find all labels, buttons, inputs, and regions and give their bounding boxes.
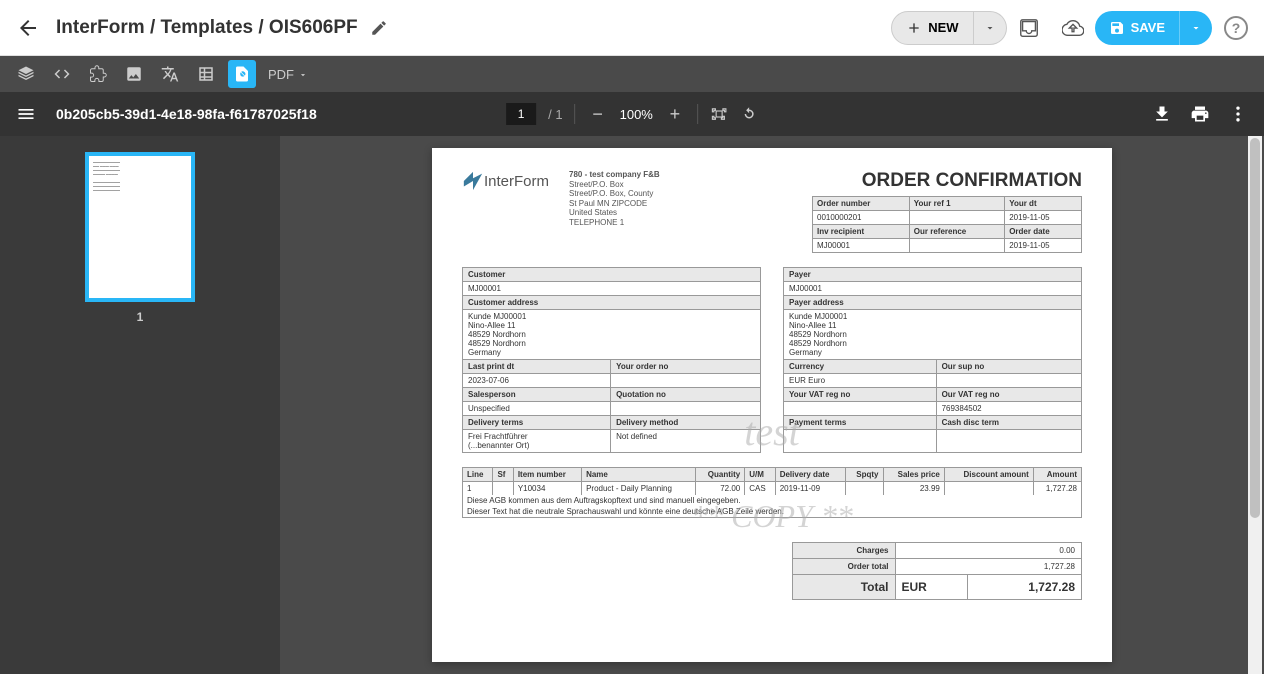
order-meta-table: Order numberYour ref 1Your dt 0010000201… bbox=[812, 196, 1082, 253]
document-title: ORDER CONFIRMATION bbox=[812, 170, 1082, 192]
document-id: 0b205cb5-39d1-4e18-98fa-f61787025f18 bbox=[56, 106, 317, 122]
zoom-in-button[interactable]: + bbox=[665, 104, 685, 125]
thumbnail-sidebar: ▬▬▬▬▬▬▬▬▬▬▬ ▬▬▬ ▬▬▬▬▬▬▬▬▬▬▬▬▬▬▬▬ ▬▬▬▬▬▬▬… bbox=[0, 136, 280, 674]
view-toolbar: PDF bbox=[0, 56, 1264, 92]
page-input[interactable] bbox=[506, 103, 536, 125]
page-separator: / 1 bbox=[548, 107, 562, 122]
print-icon[interactable] bbox=[1190, 104, 1210, 124]
items-table: Line Sf Item number Name Quantity U/M De… bbox=[462, 467, 1082, 518]
translate-icon[interactable] bbox=[156, 60, 184, 88]
pdf-viewer: ▬▬▬▬▬▬▬▬▬▬▬ ▬▬▬ ▬▬▬▬▬▬▬▬▬▬▬▬▬▬▬▬ ▬▬▬▬▬▬▬… bbox=[0, 136, 1264, 674]
puzzle-icon[interactable] bbox=[84, 60, 112, 88]
pdf-page-controls: / 1 − 100% + bbox=[506, 103, 758, 125]
pdf-toolbar: 0b205cb5-39d1-4e18-98fa-f61787025f18 / 1… bbox=[0, 92, 1264, 136]
table-icon[interactable] bbox=[192, 60, 220, 88]
edit-icon[interactable] bbox=[370, 19, 388, 37]
new-button[interactable]: NEW bbox=[891, 11, 973, 45]
scrollbar[interactable] bbox=[1248, 136, 1262, 674]
rotate-icon[interactable] bbox=[740, 105, 758, 123]
preview-icon[interactable] bbox=[228, 60, 256, 88]
thumbnail-label: 1 bbox=[16, 310, 264, 324]
format-selector[interactable]: PDF bbox=[268, 67, 308, 82]
layers-icon[interactable] bbox=[12, 60, 40, 88]
cloud-upload-icon[interactable] bbox=[1055, 10, 1091, 46]
company-info: 780 - test company F&B Street/P.O. Box S… bbox=[569, 170, 660, 228]
help-icon[interactable]: ? bbox=[1224, 16, 1248, 40]
new-dropdown[interactable] bbox=[974, 11, 1007, 45]
zoom-level: 100% bbox=[620, 107, 653, 122]
zoom-out-button[interactable]: − bbox=[588, 104, 608, 125]
scrollbar-thumb[interactable] bbox=[1250, 138, 1260, 518]
app-header: InterForm / Templates / OIS606PF NEW SAV… bbox=[0, 0, 1264, 56]
fit-page-icon[interactable] bbox=[710, 105, 728, 123]
item-row: 1 Y10034 Product - Daily Planning 72.00 … bbox=[463, 482, 1082, 496]
pdf-page: test ** COPY ** InterForm 780 - test com… bbox=[432, 148, 1112, 662]
new-button-label: NEW bbox=[928, 20, 958, 35]
save-button-label: SAVE bbox=[1131, 20, 1165, 35]
pdf-canvas[interactable]: test ** COPY ** InterForm 780 - test com… bbox=[280, 136, 1264, 674]
more-icon[interactable] bbox=[1228, 104, 1248, 124]
payer-table: Payer MJ00001 Payer address Kunde MJ0000… bbox=[783, 267, 1082, 453]
customer-table: Customer MJ00001 Customer address Kunde … bbox=[462, 267, 761, 453]
company-logo: InterForm bbox=[462, 170, 549, 192]
download-icon[interactable] bbox=[1152, 104, 1172, 124]
sidebar-toggle-icon[interactable] bbox=[16, 104, 36, 124]
image-icon[interactable] bbox=[120, 60, 148, 88]
code-icon[interactable] bbox=[48, 60, 76, 88]
inbox-icon[interactable] bbox=[1011, 10, 1047, 46]
save-dropdown[interactable] bbox=[1179, 11, 1212, 45]
totals-table: Charges0.00 Order total1,727.28 TotalEUR… bbox=[792, 542, 1082, 600]
save-button[interactable]: SAVE bbox=[1095, 11, 1179, 45]
back-icon[interactable] bbox=[16, 16, 40, 40]
page-thumbnail[interactable]: ▬▬▬▬▬▬▬▬▬▬▬ ▬▬▬ ▬▬▬▬▬▬▬▬▬▬▬▬▬▬▬▬ ▬▬▬▬▬▬▬… bbox=[85, 152, 195, 302]
breadcrumb: InterForm / Templates / OIS606PF bbox=[56, 17, 358, 39]
